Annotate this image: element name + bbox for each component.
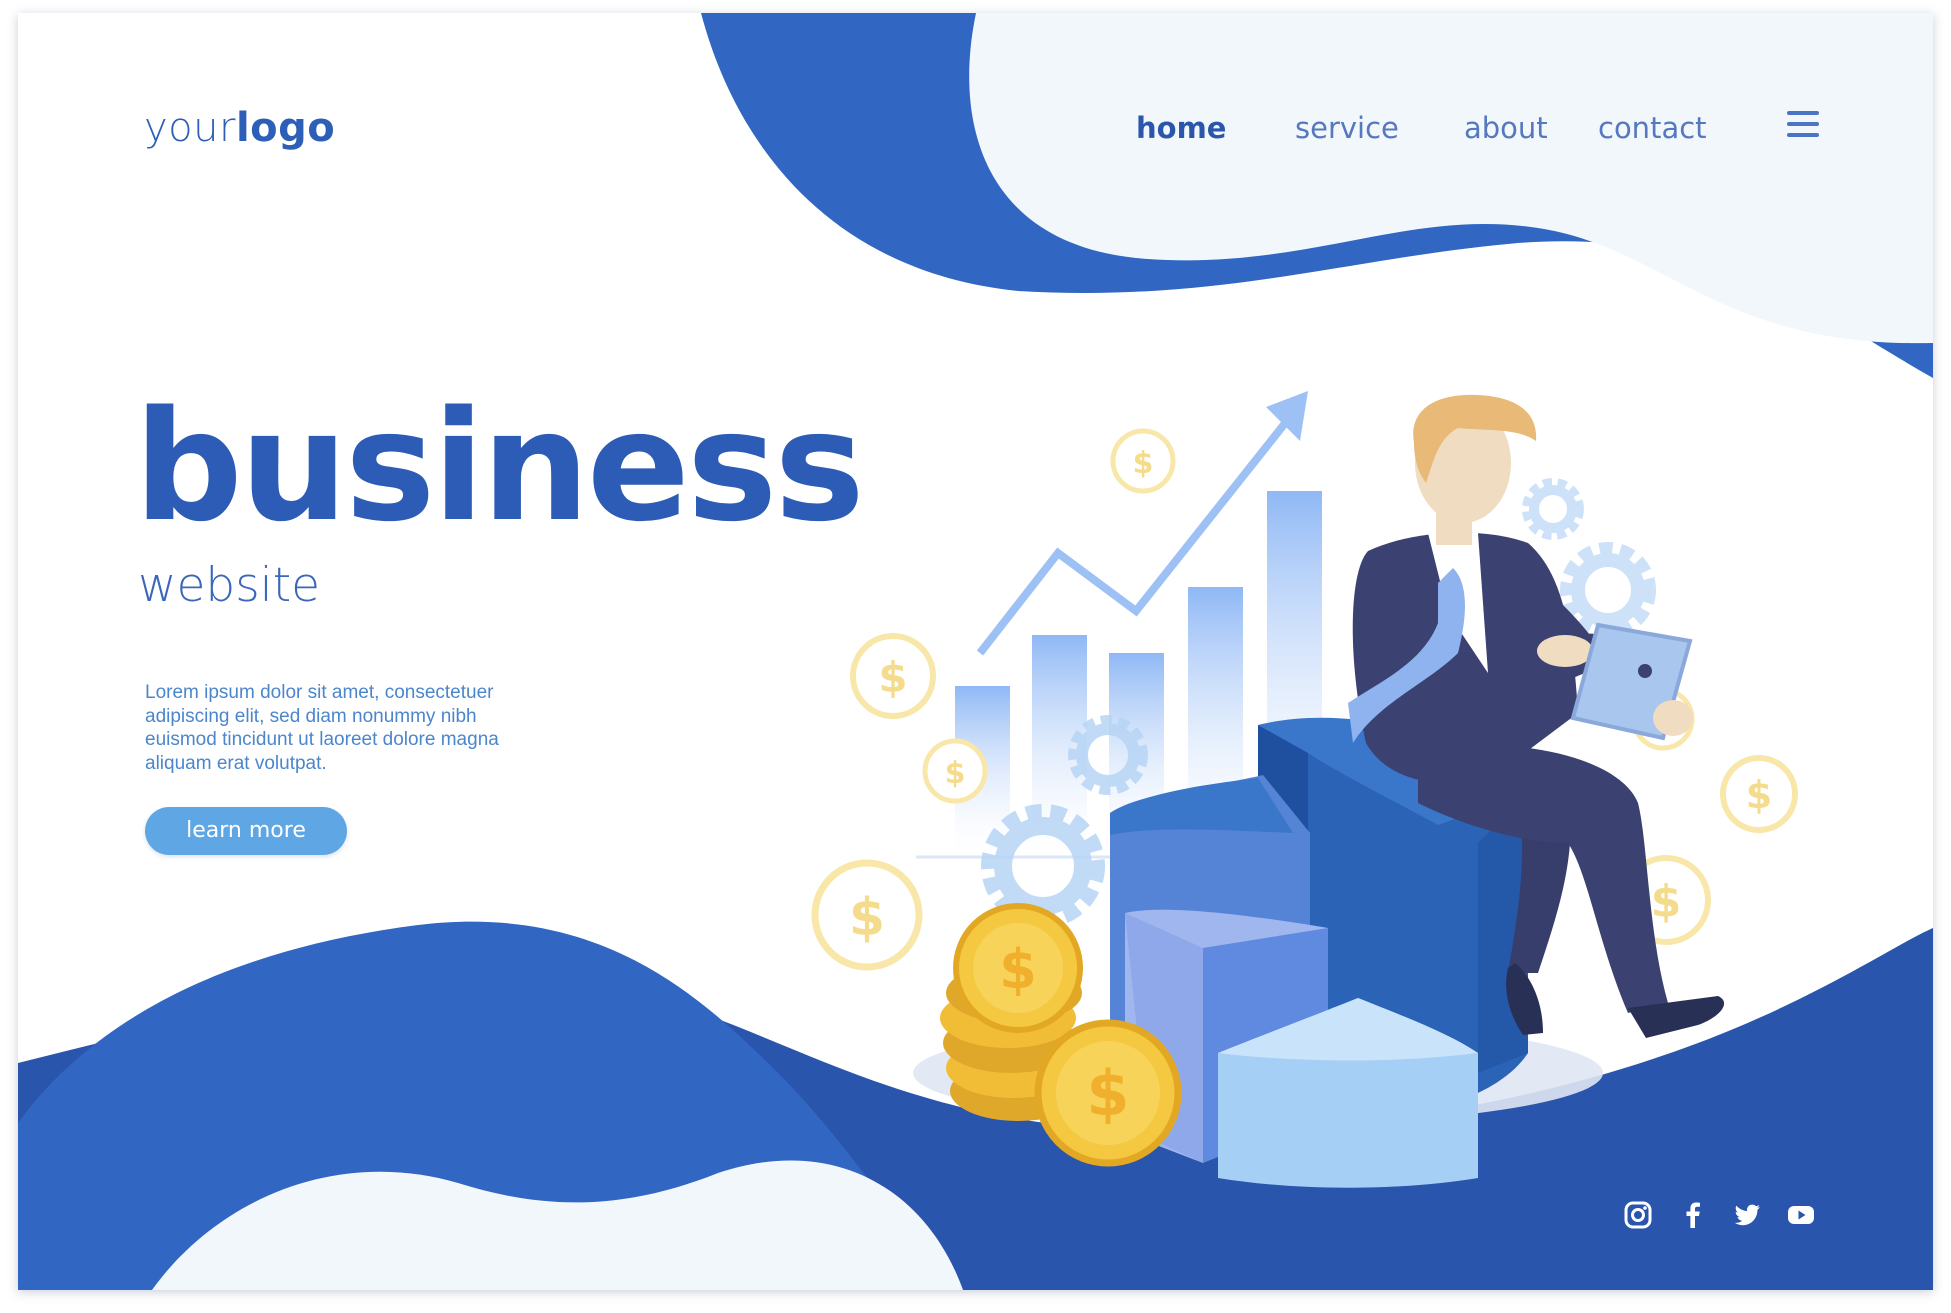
floating-coin-icon: $ [1720,755,1798,833]
hero-description-line: euismod tincidunt ut laoreet dolore magn… [145,729,499,750]
landing-page-card: $ $ $ $ $ $ $ $ yourlogo home service ab… [18,13,1933,1290]
floating-coin-icon: $ [811,859,923,971]
menu-bar [1787,111,1819,115]
page: $ $ $ $ $ $ $ $ yourlogo home service ab… [0,0,1951,1313]
twitter-icon[interactable] [1732,1200,1762,1230]
svg-text:$: $ [1086,1057,1129,1130]
nav-home[interactable]: home [1136,111,1226,145]
hero-description-line: adipiscing elit, sed diam nonummy nibh [145,705,477,727]
svg-text:$: $ [1651,876,1682,927]
gear-icon [1522,478,1584,540]
instagram-icon[interactable] [1623,1200,1653,1230]
gear-icon [1560,542,1656,638]
hero-subtitle: website [138,558,321,613]
hero-description: Lorem ipsum dolor sit amet, consectetuer… [145,681,595,775]
floating-coin-icon: $ [1110,428,1176,494]
youtube-icon[interactable] [1786,1200,1816,1230]
learn-more-button[interactable]: learn more [145,807,347,855]
facebook-icon[interactable] [1678,1200,1708,1230]
menu-bar [1787,122,1819,126]
svg-text:$: $ [999,938,1037,1001]
nav-about[interactable]: about [1464,111,1548,145]
nav-service[interactable]: service [1295,111,1399,145]
floating-coin-icon: $ [850,633,936,719]
floating-coin-icon: $ [922,738,988,804]
svg-text:$: $ [849,888,885,948]
big-coin: $ [1034,1019,1182,1167]
logo-text-light: your [144,105,236,151]
hamburger-menu-icon[interactable] [1787,111,1819,139]
svg-text:$: $ [945,756,966,791]
svg-text:$: $ [1133,446,1154,481]
svg-text:$: $ [1746,773,1772,817]
gear-icon [1068,715,1148,795]
hero-title: business [134,378,865,555]
hero-description-line: Lorem ipsum dolor sit amet, consectetuer [145,682,494,703]
site-logo[interactable]: yourlogo [144,105,335,151]
business-illustration: $ $ $ $ $ $ $ $ [811,391,1798,1188]
menu-bar [1787,133,1819,137]
nav-contact[interactable]: contact [1598,111,1707,145]
logo-text-bold: logo [235,105,336,151]
svg-text:$: $ [878,653,907,702]
hero-description-line: aliquam erat volutpat. [145,752,327,774]
